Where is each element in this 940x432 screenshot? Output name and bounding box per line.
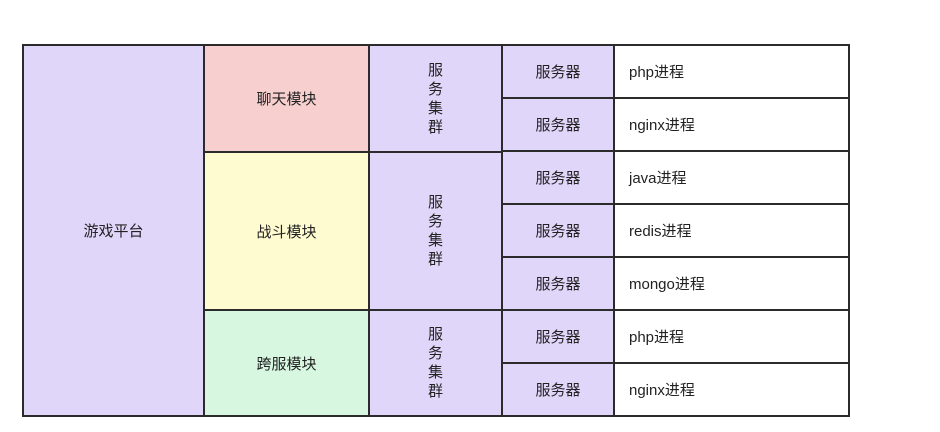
chat-module-label: 聊天模块 <box>256 91 317 108</box>
server-label: 服务器 <box>535 64 581 81</box>
server-label: 服务器 <box>535 276 581 293</box>
server-cell: 服务器 <box>501 362 615 417</box>
game-platform-cell: 游戏平台 <box>22 44 205 417</box>
server-cell: 服务器 <box>501 150 615 205</box>
process-label: php进程 <box>629 64 685 81</box>
cluster-char: 务 <box>427 80 443 98</box>
cluster-char: 群 <box>427 118 443 136</box>
process-label: nginx进程 <box>629 117 695 134</box>
server-label: 服务器 <box>535 382 581 399</box>
battle-module-cell: 战斗模块 <box>203 151 370 311</box>
chat-service-cluster-cell: 服 务 集 群 <box>368 44 503 153</box>
server-cell: 服务器 <box>501 203 615 258</box>
cluster-char: 群 <box>427 251 443 268</box>
process-cell: mongo进程 <box>613 256 850 311</box>
chat-module-cell: 聊天模块 <box>203 44 370 153</box>
server-label: 服务器 <box>535 170 581 187</box>
cross-server-module-cell: 跨服模块 <box>203 309 370 417</box>
process-label: nginx进程 <box>629 382 695 399</box>
process-cell: redis进程 <box>613 203 850 258</box>
server-label: 服务器 <box>535 223 581 240</box>
cross-server-module-label: 跨服模块 <box>256 355 317 373</box>
server-cell: 服务器 <box>501 97 615 152</box>
battle-service-cluster-cell: 服 务 集 群 <box>368 151 503 311</box>
cluster-char: 服 <box>427 326 443 343</box>
process-label: redis进程 <box>629 223 692 240</box>
process-cell: nginx进程 <box>613 97 850 152</box>
cluster-char: 集 <box>427 232 443 249</box>
cluster-char: 群 <box>427 383 443 400</box>
battle-module-label: 战斗模块 <box>256 223 317 241</box>
process-label: java进程 <box>629 170 687 187</box>
cross-service-cluster-cell: 服 务 集 群 <box>368 309 503 417</box>
process-label: mongo进程 <box>629 276 705 293</box>
server-cell: 服务器 <box>501 256 615 311</box>
server-cell: 服务器 <box>501 44 615 99</box>
game-platform-label: 游戏平台 <box>83 223 144 240</box>
server-label: 服务器 <box>535 329 581 346</box>
server-label: 服务器 <box>535 117 581 134</box>
cluster-char: 集 <box>427 364 443 381</box>
process-cell: nginx进程 <box>613 362 850 417</box>
process-cell: java进程 <box>613 150 850 205</box>
process-cell: php进程 <box>613 44 850 99</box>
cluster-char: 务 <box>427 345 443 362</box>
cluster-char: 集 <box>427 99 443 117</box>
cluster-char: 服 <box>427 61 443 79</box>
cluster-char: 服 <box>427 194 443 211</box>
process-cell: php进程 <box>613 309 850 364</box>
cluster-char: 务 <box>427 213 443 230</box>
server-cell: 服务器 <box>501 309 615 364</box>
process-label: php进程 <box>629 329 685 346</box>
